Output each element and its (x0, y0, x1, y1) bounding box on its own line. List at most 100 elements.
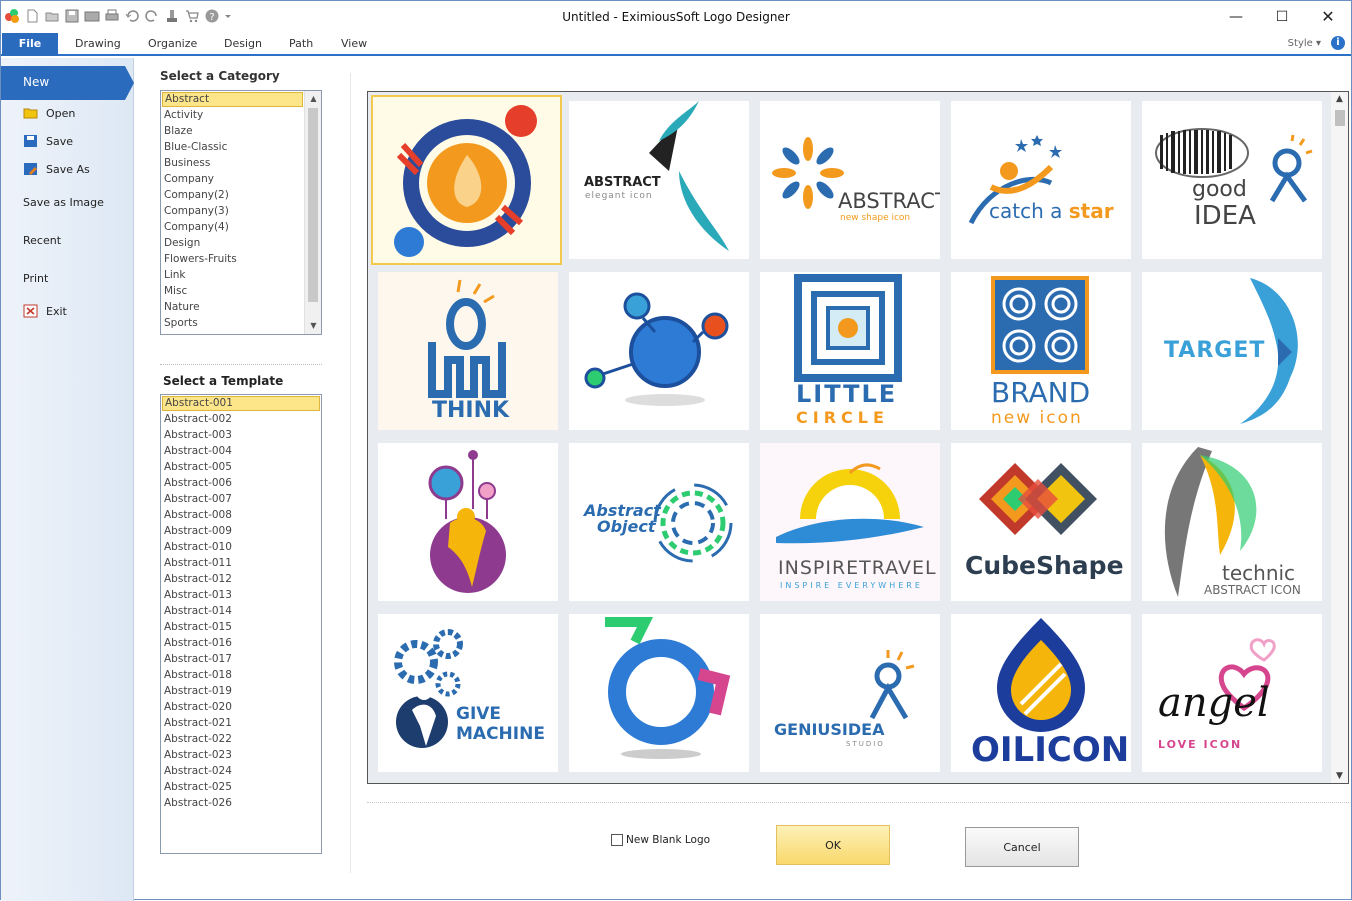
template-list-item[interactable]: Abstract-022 (161, 731, 321, 747)
style-menu[interactable]: Style ▾ (1288, 38, 1321, 49)
cancel-button[interactable]: Cancel (965, 827, 1079, 867)
gallery-scrollbar[interactable]: ▲ ▼ (1331, 92, 1348, 783)
logo-tile[interactable]: ABSTRACT new shape icon (760, 101, 940, 259)
category-list-item[interactable]: Business (161, 155, 321, 171)
nav-exit[interactable]: Exit (23, 304, 67, 318)
category-list-item[interactable]: Abstract (162, 92, 303, 107)
template-list-item[interactable]: Abstract-002 (161, 411, 321, 427)
logo-tile[interactable]: technic ABSTRACT ICON (1142, 443, 1322, 601)
logo-gallery[interactable]: ABSTRACT elegant icon ABSTRACT new shape… (367, 91, 1349, 784)
tab-view[interactable]: View (341, 37, 367, 50)
template-list-item[interactable]: Abstract-024 (161, 763, 321, 779)
maximize-icon[interactable]: ☐ (1259, 1, 1305, 32)
scroll-up-icon[interactable]: ▲ (305, 91, 321, 107)
scroll-thumb[interactable] (1335, 110, 1345, 126)
tab-path[interactable]: Path (289, 37, 313, 50)
template-list-item[interactable]: Abstract-019 (161, 683, 321, 699)
template-list-item[interactable]: Abstract-013 (161, 587, 321, 603)
template-list-item[interactable]: Abstract-012 (161, 571, 321, 587)
template-list-item[interactable]: Abstract-011 (161, 555, 321, 571)
close-icon[interactable]: ✕ (1305, 1, 1351, 32)
nav-recent[interactable]: Recent (23, 234, 61, 247)
logo-tile[interactable]: CubeShape (951, 443, 1131, 601)
tab-organize[interactable]: Organize (148, 37, 197, 50)
logo-tile[interactable]: INSPIRETRAVEL INSPIRE EVERYWHERE (760, 443, 940, 601)
category-scrollbar[interactable]: ▲ ▼ (304, 91, 321, 334)
ok-button[interactable]: OK (776, 825, 890, 865)
category-list-item[interactable]: Design (161, 235, 321, 251)
save-icon (23, 134, 38, 148)
category-list-item[interactable]: Nature (161, 299, 321, 315)
logo-tile[interactable]: GIVE MACHINE (378, 614, 558, 772)
tile-text: ABSTRACT (584, 175, 661, 190)
logo-tile[interactable] (378, 443, 558, 601)
logo-tile[interactable]: TARGET (1142, 272, 1322, 430)
minimize-icon[interactable]: — (1213, 1, 1259, 32)
template-list-item[interactable]: Abstract-006 (161, 475, 321, 491)
logo-tile[interactable]: GENIUSIDEA STUDIO (760, 614, 940, 772)
category-list-item[interactable]: Company (161, 171, 321, 187)
tile-text: MACHINE (456, 724, 545, 744)
category-list-item[interactable]: Activity (161, 107, 321, 123)
nav-save[interactable]: Save (23, 134, 73, 148)
logo-tile[interactable]: THINK (378, 272, 558, 430)
scroll-up-icon[interactable]: ▲ (1331, 94, 1348, 104)
category-list-item[interactable]: Company(3) (161, 203, 321, 219)
category-list-item[interactable]: Company(2) (161, 187, 321, 203)
template-list-item[interactable]: Abstract-014 (161, 603, 321, 619)
logo-tile[interactable] (569, 614, 749, 772)
category-list-item[interactable]: Blue-Classic (161, 139, 321, 155)
template-list-item[interactable]: Abstract-007 (161, 491, 321, 507)
template-list-item[interactable]: Abstract-018 (161, 667, 321, 683)
nav-save-as-image[interactable]: Save as Image (23, 196, 104, 209)
logo-thumbnail (394, 629, 463, 748)
template-list-item[interactable]: Abstract-008 (161, 507, 321, 523)
template-list-item[interactable]: Abstract-025 (161, 779, 321, 795)
nav-save-as[interactable]: Save As (23, 162, 90, 176)
category-list-item[interactable]: Link (161, 267, 321, 283)
template-list-item[interactable]: Abstract-005 (161, 459, 321, 475)
logo-tile[interactable]: catch a star (951, 101, 1131, 259)
tab-design[interactable]: Design (224, 37, 262, 50)
template-list-item[interactable]: Abstract-021 (161, 715, 321, 731)
tab-file[interactable]: File (2, 33, 58, 56)
template-list-item[interactable]: Abstract-016 (161, 635, 321, 651)
template-list-item[interactable]: Abstract-017 (161, 651, 321, 667)
category-list-item[interactable]: Flowers-Fruits (161, 251, 321, 267)
nav-print[interactable]: Print (23, 272, 48, 285)
template-list-item[interactable]: Abstract-004 (161, 443, 321, 459)
category-list[interactable]: Abstract Activity Blaze Blue-Classic Busines… (160, 90, 322, 335)
logo-tile[interactable]: ABSTRACT elegant icon (569, 101, 749, 259)
template-list-item[interactable]: Abstract-023 (161, 747, 321, 763)
logo-thumbnail (772, 137, 844, 209)
category-list-item[interactable]: Misc (161, 283, 321, 299)
template-list-item[interactable]: Abstract-020 (161, 699, 321, 715)
template-list-item[interactable]: Abstract-026 (161, 795, 321, 811)
logo-tile[interactable]: BRAND new icon (951, 272, 1131, 430)
logo-tile[interactable] (371, 95, 562, 265)
template-list-item[interactable]: Abstract-001 (162, 396, 320, 411)
template-list-item[interactable]: Abstract-009 (161, 523, 321, 539)
category-list-item[interactable]: Company(4) (161, 219, 321, 235)
nav-open[interactable]: Open (23, 106, 75, 120)
category-list-item[interactable]: Sports (161, 315, 321, 331)
new-blank-logo-checkbox[interactable]: New Blank Logo (611, 834, 710, 846)
logo-tile[interactable]: OILICON (951, 614, 1131, 772)
logo-tile[interactable]: angel LOVE ICON (1142, 614, 1322, 772)
template-list-item[interactable]: Abstract-010 (161, 539, 321, 555)
scroll-down-icon[interactable]: ▼ (1331, 771, 1348, 781)
category-list-item[interactable]: Blaze (161, 123, 321, 139)
logo-tile[interactable]: LITTLE CIRCLE (760, 272, 940, 430)
template-list-item[interactable]: Abstract-003 (161, 427, 321, 443)
nav-new[interactable]: New (1, 66, 134, 100)
logo-tile[interactable]: good IDEA (1142, 101, 1322, 259)
scroll-down-icon[interactable]: ▼ (305, 318, 321, 334)
info-icon[interactable]: i (1331, 36, 1345, 50)
scroll-thumb[interactable] (308, 108, 318, 302)
template-list[interactable]: Abstract-001 Abstract-002 Abstract-003 Abst… (160, 394, 322, 854)
tab-drawing[interactable]: Drawing (75, 37, 121, 50)
logo-tile[interactable]: Abstract Object (569, 443, 749, 601)
template-list-item[interactable]: Abstract-015 (161, 619, 321, 635)
checkbox-box[interactable] (611, 834, 623, 846)
logo-tile[interactable] (569, 272, 749, 430)
